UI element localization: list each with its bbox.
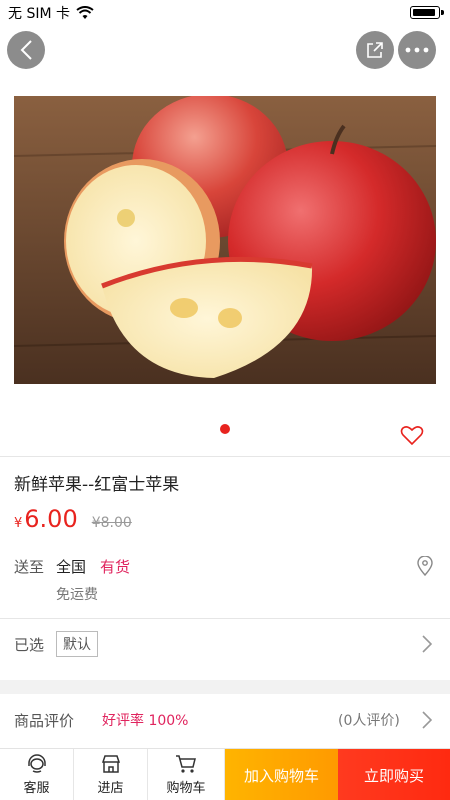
apple-photo xyxy=(14,96,436,384)
customer-service-label: 客服 xyxy=(23,781,50,796)
stock-status: 有货 xyxy=(100,558,131,576)
location-pin-icon[interactable] xyxy=(417,556,433,576)
shipping-label: 送至 xyxy=(14,558,45,576)
cart-icon xyxy=(176,755,196,773)
reviews-label: 商品评价 xyxy=(14,712,75,730)
back-button[interactable] xyxy=(7,31,45,69)
wifi-icon xyxy=(76,6,94,19)
heart-icon[interactable] xyxy=(400,424,424,446)
product-image[interactable] xyxy=(14,96,436,384)
product-title: 新鲜苹果--红富士苹果 xyxy=(14,475,180,495)
shopping-cart-button[interactable]: 购物车 xyxy=(148,749,225,800)
shipping-region[interactable]: 全国 xyxy=(56,556,86,577)
buy-now-button[interactable]: 立即购买 xyxy=(338,749,450,800)
enter-store-label: 进店 xyxy=(97,781,124,796)
current-price: 6.00 xyxy=(24,505,78,533)
selected-spec-label: 已选 xyxy=(14,636,45,654)
bottom-action-bar: 客服 进店 购物车 加入购物车 立即购买 xyxy=(0,748,450,800)
add-to-cart-button[interactable]: 加入购物车 xyxy=(225,749,338,800)
carrier-text: 无 SIM 卡 xyxy=(8,6,70,22)
carousel-dot-active[interactable] xyxy=(220,424,230,434)
more-button[interactable] xyxy=(398,31,436,69)
divider xyxy=(0,618,450,619)
positive-rate: 好评率 100% xyxy=(102,713,189,729)
enter-store-button[interactable]: 进店 xyxy=(74,749,148,800)
customer-service-button[interactable]: 客服 xyxy=(0,749,74,800)
status-bar: 无 SIM 卡 xyxy=(0,0,450,24)
selected-spec-tag[interactable]: 默认 xyxy=(56,631,98,657)
shipping-fee: 免运费 xyxy=(56,587,98,603)
currency-symbol: ¥ xyxy=(14,516,23,531)
carrier-info: 无 SIM 卡 xyxy=(8,3,94,23)
price-row: ¥ 6.00 ¥8.00 xyxy=(14,505,132,533)
review-count[interactable]: (0人评价) xyxy=(338,710,400,730)
more-dots-icon xyxy=(405,47,429,53)
chevron-right-icon[interactable] xyxy=(422,635,432,653)
section-separator xyxy=(0,680,450,694)
share-icon xyxy=(367,42,383,58)
chevron-right-icon[interactable] xyxy=(422,711,432,729)
battery-icon xyxy=(410,6,444,19)
original-price: ¥8.00 xyxy=(91,515,132,531)
store-icon xyxy=(101,755,120,773)
headset-icon xyxy=(27,754,46,773)
chevron-left-icon xyxy=(20,40,32,60)
share-button[interactable] xyxy=(356,31,394,69)
shopping-cart-label: 购物车 xyxy=(166,781,206,796)
divider xyxy=(0,456,450,457)
